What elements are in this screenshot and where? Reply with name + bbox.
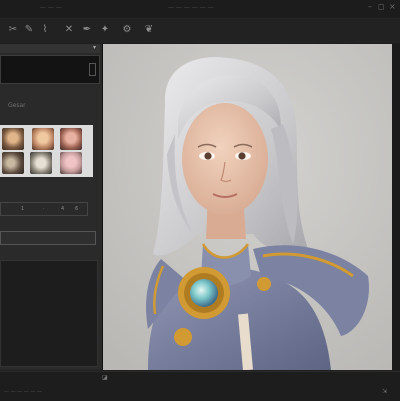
value-4: 6 xyxy=(75,206,79,212)
panel-header: ▾ xyxy=(0,44,100,53)
scissors-icon[interactable]: ✂ xyxy=(6,23,20,37)
status-bar: ◪ ⇲ — — — — — — xyxy=(0,371,400,401)
leaf-icon[interactable]: ❦ xyxy=(142,23,156,37)
notes-area[interactable] xyxy=(0,260,98,367)
minimize-icon[interactable]: – xyxy=(368,3,372,11)
navigator-preview xyxy=(0,55,100,84)
ink-icon[interactable]: ✒ xyxy=(80,23,94,37)
value-3: 4 xyxy=(61,206,65,212)
pen-icon[interactable]: ✎ xyxy=(22,23,36,37)
app-name: — — — xyxy=(40,4,62,11)
resize-icon[interactable]: ⇲ xyxy=(382,388,387,395)
value-2: · xyxy=(43,206,45,212)
document-title: — — — — — — xyxy=(168,4,214,11)
maximize-icon[interactable]: ◻ xyxy=(378,3,385,11)
canvas-scrollbar[interactable] xyxy=(392,44,400,370)
close-icon[interactable]: × xyxy=(389,3,396,11)
status-text: — — — — — — xyxy=(4,389,42,395)
wand-icon[interactable]: ✦ xyxy=(98,23,112,37)
thumbnail-3[interactable] xyxy=(60,128,82,150)
thumbnail-2[interactable] xyxy=(32,128,54,150)
layers-icon[interactable]: ◪ xyxy=(102,374,108,381)
sidebar-panel: ▾ Gesar 1 · 4 6 xyxy=(0,44,103,370)
transform-icon[interactable]: ✕ xyxy=(62,23,76,37)
text-field[interactable] xyxy=(0,231,96,245)
thumbnail-5[interactable] xyxy=(30,152,52,174)
zigzag-icon[interactable]: ⌇ xyxy=(38,23,52,37)
title-bar: — — — — — — — — — – ◻ × xyxy=(0,0,400,19)
portrait-image xyxy=(103,44,392,370)
collapse-icon[interactable]: ▾ xyxy=(93,44,96,51)
thumbnail-1[interactable] xyxy=(2,128,24,150)
value-1: 1 xyxy=(21,206,25,212)
thumbnail-grid xyxy=(0,125,93,177)
settings-icon[interactable]: ⚙ xyxy=(120,23,134,37)
preview-scroll-handle[interactable] xyxy=(89,63,96,76)
section-label: Gesar xyxy=(8,102,26,109)
image-canvas[interactable] xyxy=(103,44,392,370)
value-row[interactable]: 1 · 4 6 xyxy=(0,202,88,216)
thumbnail-4[interactable] xyxy=(2,152,24,174)
thumbnail-6[interactable] xyxy=(60,152,82,174)
toolbar: ✂ ✎ ⌇ ✕ ✒ ✦ ⚙ ❦ xyxy=(0,19,400,43)
